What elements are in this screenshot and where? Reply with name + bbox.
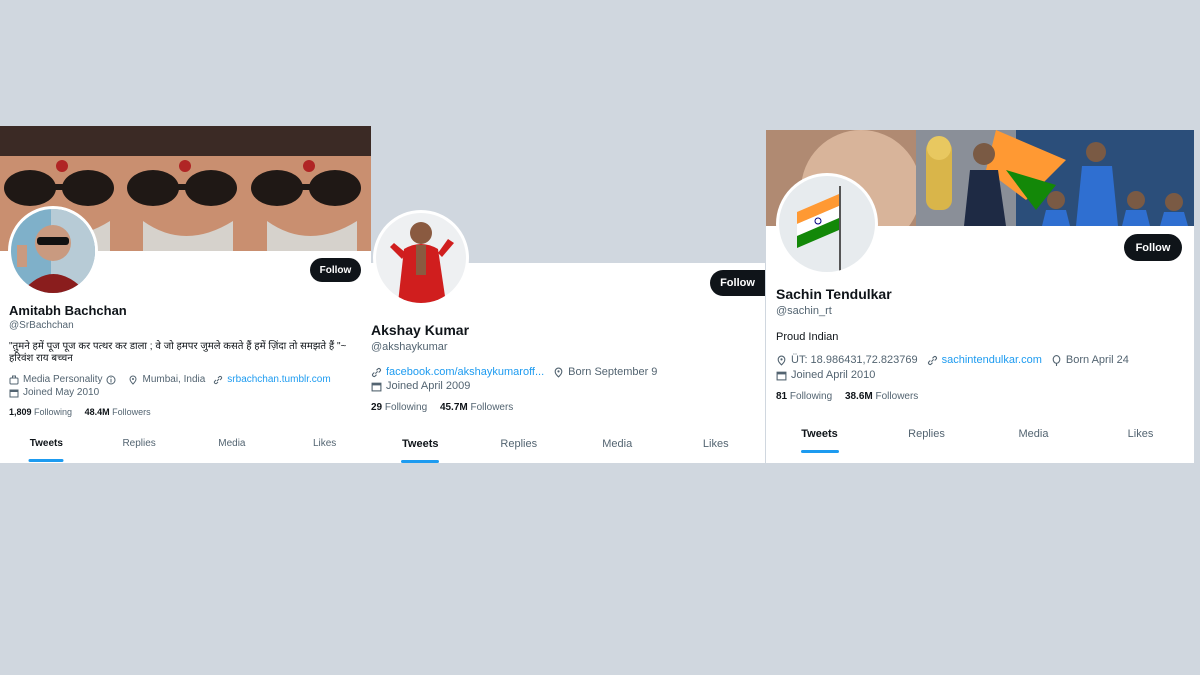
joined-row: Joined April 2009 [371, 380, 470, 392]
followers-label: Followers [470, 402, 514, 413]
followers-count: 38.6M [844, 391, 873, 402]
tab-tweets[interactable]: Tweets [766, 428, 873, 453]
bio: "तुमने हमें पूज पूज कर पत्थर कर डाला ; व… [9, 341, 347, 364]
meta-location: ÜT: 18.986431,72.823769 [791, 354, 918, 366]
following-link[interactable]: 1,809 Following [9, 407, 72, 417]
tab-media[interactable]: Media [980, 428, 1087, 453]
following-link[interactable]: 81 Following [776, 391, 832, 402]
website-link[interactable]: sachintendulkar.com [942, 354, 1042, 366]
location-icon [553, 367, 564, 378]
tab-replies[interactable]: Replies [93, 438, 186, 462]
info-icon[interactable] [106, 375, 116, 385]
website-link[interactable]: srbachchan.tumblr.com [227, 374, 330, 385]
avatar[interactable] [776, 173, 878, 275]
handle: @akshaykumar [371, 341, 448, 353]
meta-row: ÜT: 18.986431,72.823769 sachintendulkar.… [776, 354, 1129, 366]
meta-birthday: Born September 9 [568, 366, 658, 378]
following-link[interactable]: 29 Following [371, 402, 427, 413]
tab-label: Likes [1127, 428, 1154, 440]
follow-button[interactable]: Follow [310, 258, 361, 282]
tab-label: Tweets [801, 428, 838, 440]
tab-replies[interactable]: Replies [873, 428, 980, 453]
tab-label: Media [218, 438, 246, 449]
tab-likes[interactable]: Likes [278, 438, 371, 462]
followers-count: 45.7M [439, 402, 468, 413]
followers-label: Followers [875, 391, 919, 402]
calendar-icon [9, 388, 19, 398]
website-link[interactable]: facebook.com/akshaykumaroff... [386, 366, 544, 378]
profile-tabs: Tweets Replies Media Likes [0, 438, 371, 462]
tab-replies[interactable]: Replies [470, 438, 569, 463]
location-icon [128, 375, 138, 385]
meta-row: facebook.com/akshaykumaroff... Born Sept… [371, 366, 657, 378]
following-label: Following [384, 402, 428, 413]
active-tab-indicator [800, 450, 839, 453]
link-icon [371, 367, 382, 378]
follow-counts: 1,809 Following 48.4M Followers [9, 407, 151, 417]
active-tab-indicator [401, 460, 440, 463]
joined-date: Joined April 2009 [386, 380, 471, 392]
followers-count: 48.4M [84, 407, 110, 417]
avatar[interactable] [8, 206, 98, 296]
following-count: 1,809 [9, 407, 32, 417]
followers-link[interactable]: 38.6M Followers [845, 391, 918, 402]
tab-media[interactable]: Media [568, 438, 667, 463]
follow-counts: 29 Following 45.7M Followers [371, 402, 513, 413]
display-name: Amitabh Bachchan [9, 303, 127, 318]
tab-label: Likes [312, 438, 337, 449]
bio: Proud Indian [776, 331, 839, 343]
calendar-icon [776, 370, 787, 381]
joined-date: Joined April 2010 [791, 369, 876, 381]
followers-link[interactable]: 48.4M Followers [85, 407, 151, 417]
tab-label: Media [1018, 428, 1049, 440]
joined-row: Joined May 2010 [9, 387, 99, 398]
tab-likes[interactable]: Likes [667, 438, 766, 463]
tab-media[interactable]: Media [186, 438, 279, 462]
tab-likes[interactable]: Likes [1087, 428, 1194, 453]
meta-row: Media Personality Mumbai, India srbachch… [9, 374, 331, 385]
tab-label: Tweets [402, 438, 439, 450]
joined-row: Joined April 2010 [776, 369, 875, 381]
handle: @SrBachchan [9, 320, 74, 331]
tab-tweets[interactable]: Tweets [0, 438, 93, 462]
following-count: 81 [776, 391, 788, 402]
follow-counts: 81 Following 38.6M Followers [776, 391, 918, 402]
profile-card-sachin: Follow Sachin Tendulkar @sachin_rt Proud… [766, 130, 1194, 463]
following-label: Following [34, 407, 73, 417]
joined-date: Joined May 2010 [23, 387, 100, 398]
avatar[interactable] [373, 210, 469, 306]
location-icon [776, 355, 787, 366]
meta-profession: Media Personality [23, 374, 103, 385]
follow-button[interactable]: Follow [1124, 234, 1182, 261]
followers-link[interactable]: 45.7M Followers [440, 402, 513, 413]
tab-label: Tweets [29, 438, 63, 449]
link-icon [213, 375, 223, 385]
followers-label: Followers [112, 407, 151, 417]
briefcase-icon [9, 375, 19, 385]
meta-location: Mumbai, India [142, 374, 206, 385]
tab-label: Media [602, 438, 633, 450]
following-label: Following [789, 391, 833, 402]
calendar-icon [371, 381, 382, 392]
tab-tweets[interactable]: Tweets [371, 438, 470, 463]
profile-tabs: Tweets Replies Media Likes [371, 438, 765, 463]
meta-birthday: Born April 24 [1065, 354, 1129, 366]
tab-label: Replies [122, 438, 156, 449]
tab-label: Replies [908, 428, 945, 440]
display-name: Sachin Tendulkar [776, 286, 892, 302]
following-count: 29 [371, 402, 383, 413]
display-name: Akshay Kumar [371, 322, 470, 338]
balloon-icon [1051, 354, 1062, 366]
active-tab-indicator [28, 459, 64, 462]
handle: @sachin_rt [776, 305, 832, 317]
profile-card-akshay: Follow Akshay Kumar @akshaykumar faceboo… [371, 210, 765, 463]
link-icon [927, 355, 938, 366]
tab-label: Likes [702, 438, 729, 450]
profile-tabs: Tweets Replies Media Likes [766, 428, 1194, 453]
profile-card-amitabh: Follow Amitabh Bachchan @SrBachchan "तुम… [0, 126, 371, 463]
follow-button[interactable]: Follow [710, 270, 765, 296]
tab-label: Replies [500, 438, 538, 450]
